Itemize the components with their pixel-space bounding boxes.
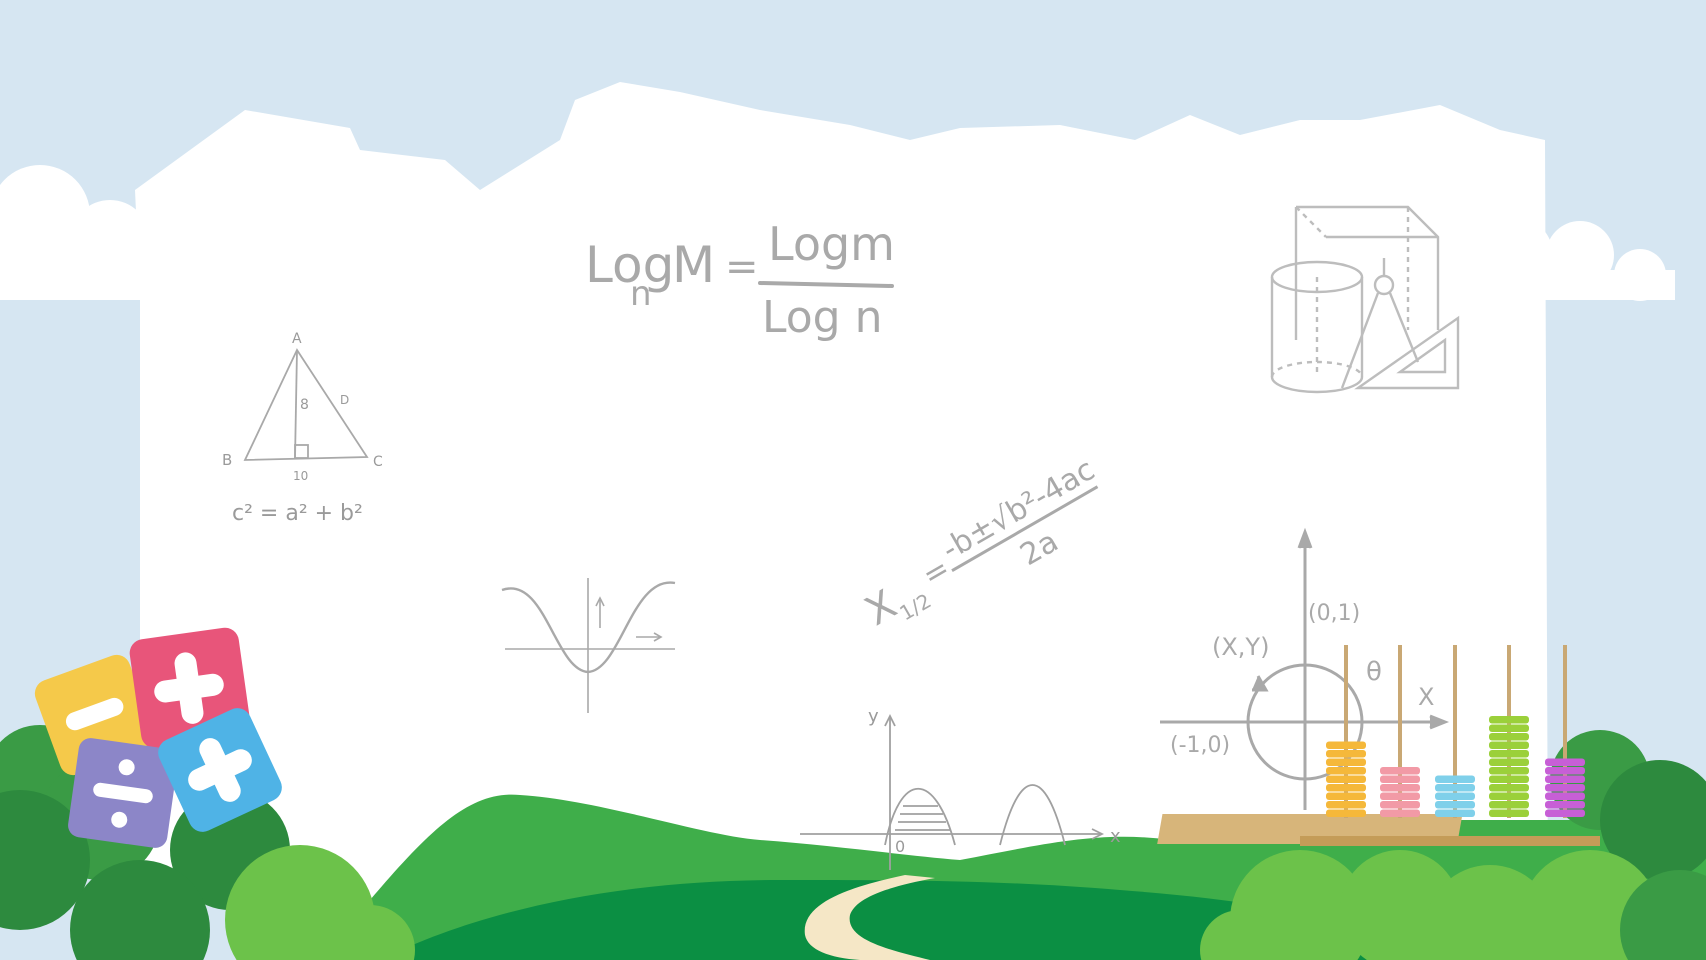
abacus-bead	[1435, 809, 1475, 817]
abacus-bead	[1380, 775, 1420, 783]
log-numerator: Logm	[768, 217, 895, 271]
log-base: n	[630, 274, 652, 314]
abacus-bead	[1489, 724, 1529, 732]
log-equals: =	[725, 244, 759, 290]
abacus-bead	[1489, 716, 1529, 724]
abacus-bead	[1545, 801, 1585, 809]
abacus-bead	[1435, 792, 1475, 800]
svg-text:x: x	[1110, 826, 1121, 847]
abacus-bead	[1545, 758, 1585, 766]
abacus-bead	[1380, 767, 1420, 775]
abacus-bead	[1545, 767, 1585, 775]
abacus-bead	[1489, 750, 1529, 758]
abacus-bead	[1380, 792, 1420, 800]
abacus-bead	[1435, 775, 1475, 783]
abacus-bead	[1326, 767, 1366, 775]
svg-text:C: C	[373, 454, 383, 470]
abacus-bead	[1380, 801, 1420, 809]
abacus-bead	[1489, 758, 1529, 766]
svg-text:X: X	[1418, 683, 1434, 711]
abacus-bead	[1489, 809, 1529, 817]
abacus-bead	[1326, 741, 1366, 749]
abacus-bead	[1489, 801, 1529, 809]
abacus-bead	[1489, 775, 1529, 783]
abacus-bead	[1380, 809, 1420, 817]
abacus-bead	[1545, 784, 1585, 792]
abacus-bead	[1545, 809, 1585, 817]
abacus-bead	[1326, 784, 1366, 792]
background-illustration: Log n M = Logm Log n A B C D 8 10 c² = a…	[0, 0, 1706, 960]
abacus-bead	[1489, 784, 1529, 792]
svg-text:D: D	[340, 393, 349, 407]
svg-text:A: A	[292, 331, 302, 347]
svg-text:0: 0	[895, 837, 905, 856]
svg-text:B: B	[222, 451, 232, 469]
svg-text:8: 8	[300, 397, 309, 413]
log-denominator: Log n	[762, 292, 882, 343]
abacus-bead	[1545, 792, 1585, 800]
svg-text:(-1,0): (-1,0)	[1170, 733, 1230, 758]
abacus-bead	[1489, 767, 1529, 775]
svg-text:θ: θ	[1366, 657, 1382, 687]
abacus-bead	[1326, 809, 1366, 817]
abacus-bead	[1435, 801, 1475, 809]
abacus-bead	[1326, 775, 1366, 783]
abacus-bead	[1326, 801, 1366, 809]
abacus-bead	[1489, 733, 1529, 741]
svg-text:10: 10	[293, 469, 308, 483]
abacus-bead	[1545, 775, 1585, 783]
abacus-bead	[1489, 741, 1529, 749]
abacus-bead	[1326, 758, 1366, 766]
abacus-bead	[1435, 784, 1475, 792]
slide-background: Log n M = Logm Log n A B C D 8 10 c² = a…	[0, 0, 1706, 960]
abacus-bead	[1326, 792, 1366, 800]
log-arg: M	[672, 236, 715, 294]
svg-text:(X,Y): (X,Y)	[1212, 633, 1269, 661]
svg-text:y: y	[868, 706, 879, 727]
abacus-bead	[1326, 750, 1366, 758]
abacus-bead	[1380, 784, 1420, 792]
svg-text:c² = a² + b²: c² = a² + b²	[232, 501, 363, 526]
svg-text:(0,1): (0,1)	[1308, 601, 1360, 626]
abacus-bead	[1489, 792, 1529, 800]
